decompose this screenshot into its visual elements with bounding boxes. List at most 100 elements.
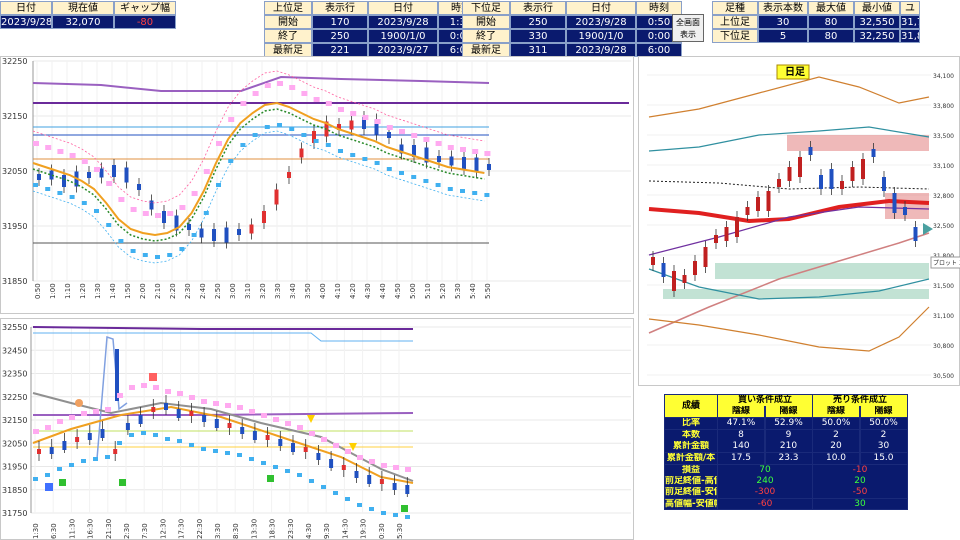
- bull-candle: [693, 261, 697, 275]
- y-tick-label: 31,500: [933, 283, 954, 290]
- lower-band-marker: [460, 189, 465, 193]
- upper-band-marker: [472, 149, 479, 154]
- bull-candle: [798, 157, 802, 177]
- upper-row1-col0: 終了: [264, 29, 312, 43]
- upper-band-marker: [393, 465, 399, 470]
- y-tick-label: 30,500: [933, 373, 954, 380]
- results-row-value: 210: [765, 441, 812, 452]
- x-tick-label: 18:30: [269, 519, 277, 539]
- resistance-zone: [885, 193, 929, 219]
- range-row0-col3: 32,550: [854, 15, 900, 29]
- bear-candle: [49, 447, 54, 454]
- lower-band-marker: [189, 443, 194, 447]
- lower-row1-col1: 330: [510, 29, 566, 43]
- x-tick-label: 4:00: [319, 283, 327, 299]
- x-tick-label: 7:30: [141, 523, 149, 539]
- lower-band-marker: [201, 447, 206, 451]
- x-tick-label: 5:30: [454, 283, 462, 299]
- dotted-ma: [648, 180, 930, 190]
- x-tick-label: 3:50: [304, 283, 312, 299]
- summary-sell-value: -10: [813, 465, 907, 476]
- lower-band-marker: [405, 515, 410, 519]
- upper-band-marker: [94, 167, 100, 172]
- upper-band-marker: [447, 145, 454, 150]
- upper-band-marker: [237, 405, 243, 410]
- signal-marker: [267, 475, 274, 482]
- x-tick-label: 0:50: [34, 283, 42, 299]
- daily-chart[interactable]: 34,10033,80033,50033,10032,80032,50031,8…: [638, 56, 960, 386]
- bear-candle: [437, 156, 441, 162]
- bull-candle: [840, 181, 844, 189]
- current-price-value: 32,070: [52, 15, 114, 29]
- trading-dashboard: 日付 現在値 ギャップ幅 2023/9/28 32,070 -80 上位足 表示行…: [0, 0, 960, 540]
- x-tick-label: 12:30: [159, 519, 167, 539]
- fullscreen-button[interactable]: 全画面 表示: [672, 14, 704, 42]
- results-row-value: 140: [718, 441, 764, 452]
- upper-band-marker: [216, 141, 222, 146]
- resistance-zone: [787, 135, 929, 151]
- results-title: 成績: [665, 395, 717, 417]
- y-tick-label: 32050: [2, 439, 27, 448]
- bear-candle: [808, 147, 813, 155]
- upper-timeframe-chart[interactable]: 32250 32150 32050 31950 31850 0:50 1:00 1:10 1:2…: [0, 56, 634, 314]
- upper-band-marker: [141, 383, 147, 388]
- x-tick-label: 6:30: [50, 523, 58, 539]
- x-tick-label: 9:30: [323, 523, 331, 539]
- x-tick-label: 5:10: [424, 283, 432, 299]
- upper-band-marker: [381, 463, 387, 468]
- upper-band-marker: [411, 133, 418, 138]
- upper-header-0: 上位足: [264, 1, 312, 15]
- lower-row2-col3: 6:00: [636, 43, 682, 57]
- upper-row0-col1: 170: [312, 15, 368, 29]
- lower-band-marker: [129, 433, 134, 437]
- current-date-value: 2023/9/28: [0, 15, 52, 29]
- upper-band-marker: [118, 197, 125, 202]
- y-tick-label: 32,500: [933, 223, 954, 230]
- y-tick-label: 32150: [2, 416, 27, 425]
- lower-timeframe-chart[interactable]: 32550 32450 32350 32250 32150 32050 31950 31850…: [0, 318, 634, 540]
- summary-buy-value: -60: [718, 498, 812, 510]
- lower-header-2: 日付: [566, 1, 636, 15]
- bull-candle: [274, 189, 279, 205]
- lower-band-marker: [81, 459, 86, 463]
- x-tick-label: 3:00: [229, 283, 237, 299]
- bear-candle: [199, 228, 204, 238]
- upper-band-marker: [264, 83, 271, 88]
- results-row-value: 52.9%: [765, 418, 812, 429]
- bull-candle: [349, 120, 354, 130]
- x-tick-label: 1:10: [64, 283, 72, 299]
- gap-width-label: ギャップ幅: [114, 1, 176, 15]
- bear-candle: [462, 157, 466, 169]
- upper-band-marker: [191, 191, 198, 196]
- x-tick-label: 1:00: [49, 283, 57, 299]
- lower-row2-col2: 2023/9/28: [566, 43, 636, 57]
- lower-band-marker: [261, 461, 266, 465]
- lower-band-marker: [484, 193, 490, 197]
- upper-band-marker: [357, 455, 363, 460]
- upper-band-marker: [213, 401, 219, 406]
- bull-candle: [189, 411, 194, 416]
- lower-band-marker: [45, 187, 51, 191]
- x-tick-label: 11:30: [68, 519, 76, 539]
- bull-candle: [37, 449, 41, 454]
- bear-candle: [487, 164, 491, 170]
- lower-band-marker: [249, 457, 254, 461]
- upper-band-marker: [225, 403, 231, 408]
- y-tick-label: 31850: [2, 486, 27, 495]
- y-tick-label: 31950: [2, 222, 27, 231]
- bear-candle: [62, 175, 66, 187]
- x-tick-label: 2:20: [169, 283, 177, 299]
- daily-title: 日足: [785, 66, 806, 78]
- lower-row1-col0: 終了: [462, 29, 510, 43]
- bear-candle: [37, 174, 41, 180]
- y-tick-label: 32250: [2, 57, 27, 66]
- gap-width-value: -80: [114, 15, 176, 29]
- lower-band-marker: [350, 153, 356, 157]
- upper-band-marker: [117, 393, 123, 398]
- range-header-3: 最小値: [854, 1, 900, 15]
- lower-band-marker: [381, 511, 386, 515]
- summary-buy-value: -300: [718, 487, 812, 498]
- upper-band-marker: [249, 409, 255, 414]
- lower-chart-svg: 32550 32450 32350 32250 32150 32050 31950 31850…: [2, 323, 631, 539]
- upper-row1-col2: 1900/1/0: [368, 29, 438, 43]
